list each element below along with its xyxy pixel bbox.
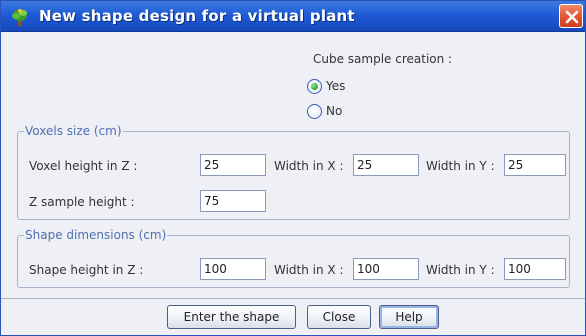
help-label: Help: [395, 310, 423, 324]
cube-sample-label: Cube sample creation :: [313, 52, 453, 66]
shape-width-y-label: Width in Y :: [426, 263, 495, 277]
plant-icon: [9, 7, 31, 27]
shape-height-label: Shape height in Z :: [29, 263, 144, 277]
voxel-width-y-label: Width in Y :: [426, 159, 495, 173]
title-bar[interactable]: New shape design for a virtual plant: [1, 1, 585, 32]
enter-shape-label: Enter the shape: [183, 310, 280, 324]
radio-yes-label: Yes: [326, 79, 346, 93]
radio-no[interactable]: No: [307, 102, 342, 120]
close-window-button[interactable]: [559, 4, 583, 28]
dialog-window: New shape design for a virtual plant Cub…: [0, 0, 586, 336]
z-sample-height-input[interactable]: [200, 190, 266, 212]
shape-dimensions-group: Shape dimensions (cm): [17, 228, 570, 288]
voxels-size-legend: Voxels size (cm): [25, 124, 122, 138]
voxel-width-x-label: Width in X :: [274, 159, 344, 173]
button-bar: Enter the shape Close Help: [1, 298, 585, 335]
help-button[interactable]: Help: [379, 305, 439, 329]
shape-dimensions-legend: Shape dimensions (cm): [25, 228, 167, 242]
shape-height-input[interactable]: [200, 258, 266, 280]
shape-width-y-input[interactable]: [504, 258, 566, 280]
shape-width-x-input[interactable]: [353, 258, 419, 280]
radio-no-label: No: [326, 104, 343, 118]
voxel-width-x-input[interactable]: [353, 154, 419, 176]
close-button[interactable]: Close: [307, 305, 371, 329]
window-title: New shape design for a virtual plant: [39, 7, 355, 25]
voxel-height-input[interactable]: [200, 154, 266, 176]
radio-yes-indicator[interactable]: [307, 78, 322, 94]
voxel-height-label: Voxel height in Z :: [29, 159, 138, 173]
enter-shape-button[interactable]: Enter the shape: [167, 305, 296, 329]
voxel-width-y-input[interactable]: [504, 154, 566, 176]
radio-no-indicator[interactable]: [307, 103, 322, 119]
shape-width-x-label: Width in X :: [274, 263, 344, 277]
close-x-icon: [565, 10, 579, 24]
close-label: Close: [322, 310, 356, 324]
radio-yes[interactable]: Yes: [307, 77, 345, 95]
z-sample-height-label: Z sample height :: [29, 195, 135, 209]
